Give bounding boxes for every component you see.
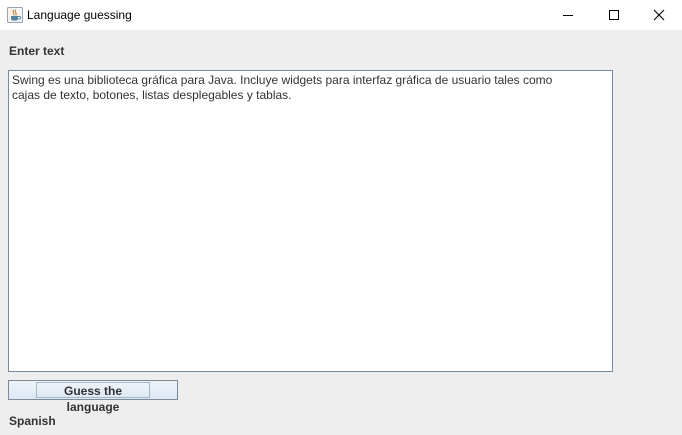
maximize-button[interactable] (591, 0, 637, 30)
java-coffee-cup-icon[interactable] (7, 7, 23, 23)
minimize-icon (563, 15, 573, 16)
title-bar[interactable]: Language guessing (0, 0, 682, 30)
window-title: Language guessing (27, 8, 132, 22)
close-icon (653, 9, 665, 21)
minimize-button[interactable] (545, 0, 591, 30)
maximize-icon (609, 10, 619, 20)
detected-language-label: Spanish (9, 414, 56, 428)
enter-text-label: Enter text (9, 44, 65, 58)
main-panel: Enter text Swing es una biblioteca gráfi… (0, 30, 682, 435)
guess-button-label: Guess the language (36, 382, 150, 414)
guess-language-button[interactable]: Guess the language (8, 380, 178, 414)
close-button[interactable] (636, 0, 682, 30)
text-input-area[interactable]: Swing es una biblioteca gráfica para Jav… (8, 70, 613, 372)
